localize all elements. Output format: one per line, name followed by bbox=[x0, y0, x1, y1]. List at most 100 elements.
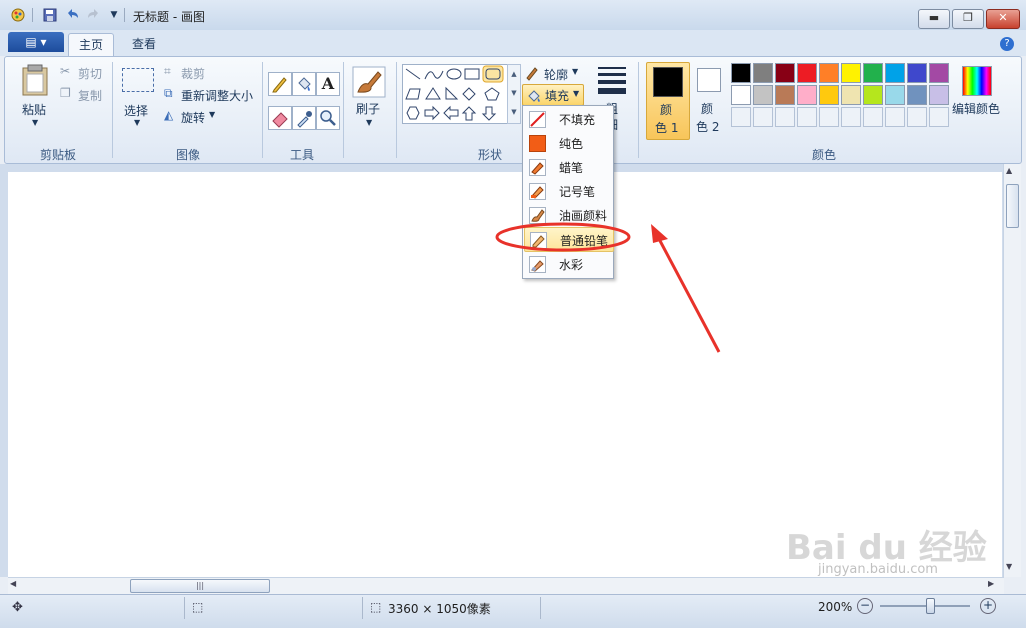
chevron-down-icon: ▼ bbox=[366, 118, 373, 127]
paint-menu-button[interactable]: ▤ ▾ bbox=[8, 32, 64, 52]
status-separator bbox=[184, 597, 185, 619]
edit-colors-button[interactable]: 编辑颜色 bbox=[952, 62, 1008, 132]
color2-button[interactable]: 颜 色 2 bbox=[692, 62, 726, 138]
pencil-tool-button[interactable] bbox=[268, 72, 292, 96]
palette-swatch[interactable] bbox=[841, 63, 861, 83]
palette-empty-swatch[interactable] bbox=[907, 107, 927, 127]
palette-empty-swatch[interactable] bbox=[929, 107, 949, 127]
zoom-slider-track[interactable] bbox=[880, 605, 970, 607]
color-picker-button[interactable] bbox=[292, 106, 316, 130]
palette-swatch[interactable] bbox=[797, 85, 817, 105]
color2-label-a: 颜 bbox=[701, 102, 714, 116]
scroll-down-icon[interactable]: ▼ bbox=[1006, 562, 1012, 571]
fill-tool-button[interactable] bbox=[292, 72, 316, 96]
palette-swatch[interactable] bbox=[819, 63, 839, 83]
palette-empty-swatch[interactable] bbox=[753, 107, 773, 127]
palette-empty-swatch[interactable] bbox=[863, 107, 883, 127]
palette-swatch[interactable] bbox=[819, 85, 839, 105]
brush-icon bbox=[352, 66, 386, 98]
color1-button[interactable]: 颜 色 1 bbox=[646, 62, 690, 140]
watermark-url: jingyan.baidu.com bbox=[818, 562, 938, 577]
group-label-clipboard: 剪贴板 bbox=[40, 148, 77, 162]
palette-swatch[interactable] bbox=[863, 85, 883, 105]
help-icon[interactable]: ? bbox=[1000, 37, 1014, 51]
menu-item-no-fill[interactable]: 不填充 bbox=[524, 107, 612, 130]
chevron-down-icon: ▼ bbox=[573, 89, 580, 98]
copy-icon: ❐ bbox=[60, 86, 71, 100]
rotate-button[interactable]: ◭ 旋转 ▼ bbox=[164, 108, 224, 125]
palette-swatch[interactable] bbox=[753, 85, 773, 105]
close-button[interactable]: ✕ bbox=[986, 9, 1020, 29]
maximize-button[interactable]: ❐ bbox=[952, 9, 984, 29]
outline-button[interactable]: 轮廓 ▼ bbox=[524, 64, 584, 82]
palette-swatch[interactable] bbox=[929, 85, 949, 105]
select-button[interactable]: 选择 ▼ bbox=[120, 64, 156, 132]
palette-empty-swatch[interactable] bbox=[841, 107, 861, 127]
chevron-down-icon: ▼ bbox=[209, 110, 216, 119]
cut-button[interactable]: ✂ 剪切 bbox=[60, 64, 106, 81]
select-label: 选择 bbox=[124, 104, 149, 118]
palette-swatch[interactable] bbox=[907, 63, 927, 83]
palette-empty-swatch[interactable] bbox=[775, 107, 795, 127]
selection-size-icon: ⬚ bbox=[192, 600, 204, 614]
text-tool-icon[interactable]: A bbox=[316, 72, 340, 96]
palette-swatch[interactable] bbox=[885, 63, 905, 83]
magnifier-button[interactable] bbox=[316, 106, 340, 130]
palette-swatch[interactable] bbox=[731, 85, 751, 105]
rainbow-icon bbox=[962, 66, 992, 96]
paint-app-icon[interactable] bbox=[10, 7, 26, 23]
zoom-out-icon[interactable]: − bbox=[857, 598, 873, 614]
vertical-scroll-thumb[interactable] bbox=[1006, 184, 1019, 228]
dropdown-icon[interactable]: ▼ bbox=[106, 7, 122, 23]
maximize-icon: ❐ bbox=[963, 11, 973, 24]
menu-item-label: 记号笔 bbox=[559, 185, 596, 199]
rotate-icon: ◭ bbox=[164, 108, 174, 122]
crop-button[interactable]: ⌗ 裁剪 bbox=[164, 64, 224, 81]
palette-swatch[interactable] bbox=[885, 85, 905, 105]
palette-empty-swatch[interactable] bbox=[797, 107, 817, 127]
palette-swatch[interactable] bbox=[775, 63, 795, 83]
menu-item-marker[interactable]: 记号笔 bbox=[524, 179, 612, 202]
undo-icon[interactable] bbox=[64, 7, 80, 23]
no-fill-icon bbox=[529, 111, 546, 128]
palette-swatch[interactable] bbox=[797, 63, 817, 83]
zoom-slider-thumb[interactable] bbox=[926, 598, 935, 614]
palette-swatch[interactable] bbox=[731, 63, 751, 83]
brushes-button[interactable]: 刷子 ▼ bbox=[350, 62, 390, 134]
shapes-gallery[interactable] bbox=[402, 64, 508, 124]
resize-button[interactable]: ⧉ 重新调整大小 bbox=[164, 86, 256, 103]
vertical-scrollbar[interactable]: ▲ ▼ bbox=[1003, 164, 1021, 577]
color1-label-b: 色 1 bbox=[655, 121, 679, 135]
menu-item-crayon[interactable]: 蜡笔 bbox=[524, 155, 612, 178]
palette-swatch[interactable] bbox=[929, 63, 949, 83]
palette-empty-swatch[interactable] bbox=[819, 107, 839, 127]
status-separator bbox=[540, 597, 541, 619]
eraser-tool-button[interactable] bbox=[268, 106, 292, 130]
status-separator bbox=[362, 597, 363, 619]
move-cursor-icon: ✥ bbox=[12, 600, 23, 615]
horizontal-scroll-thumb[interactable]: ||| bbox=[130, 579, 270, 593]
fill-button[interactable]: 填充 ▼ bbox=[522, 84, 584, 106]
palette-empty-swatch[interactable] bbox=[731, 107, 751, 127]
palette-swatch[interactable] bbox=[775, 85, 795, 105]
shapes-scroll[interactable]: ▲ ▼ ▼ bbox=[507, 64, 521, 124]
scroll-left-icon[interactable]: ◀ bbox=[10, 579, 16, 588]
palette-swatch[interactable] bbox=[841, 85, 861, 105]
menu-item-solid[interactable]: 纯色 bbox=[524, 131, 612, 154]
paste-button[interactable]: 粘贴 ▼ bbox=[12, 62, 58, 132]
tab-home[interactable]: 主页 bbox=[68, 33, 115, 56]
palette-swatch[interactable] bbox=[753, 63, 773, 83]
scroll-up-icon[interactable]: ▲ bbox=[1006, 166, 1012, 175]
zoom-in-icon[interactable]: + bbox=[980, 598, 996, 614]
horizontal-scrollbar[interactable]: ◀ ||| ▶ bbox=[8, 577, 1004, 594]
redo-icon[interactable] bbox=[86, 7, 102, 23]
tab-view[interactable]: 查看 bbox=[122, 33, 166, 55]
pencil-icon bbox=[272, 77, 287, 93]
copy-button[interactable]: ❐ 复制 bbox=[60, 86, 106, 103]
palette-swatch[interactable] bbox=[907, 85, 927, 105]
scroll-right-icon[interactable]: ▶ bbox=[988, 579, 994, 588]
palette-empty-swatch[interactable] bbox=[885, 107, 905, 127]
palette-swatch[interactable] bbox=[863, 63, 883, 83]
minimize-button[interactable]: ▬ bbox=[918, 9, 950, 29]
save-icon[interactable] bbox=[42, 7, 58, 23]
